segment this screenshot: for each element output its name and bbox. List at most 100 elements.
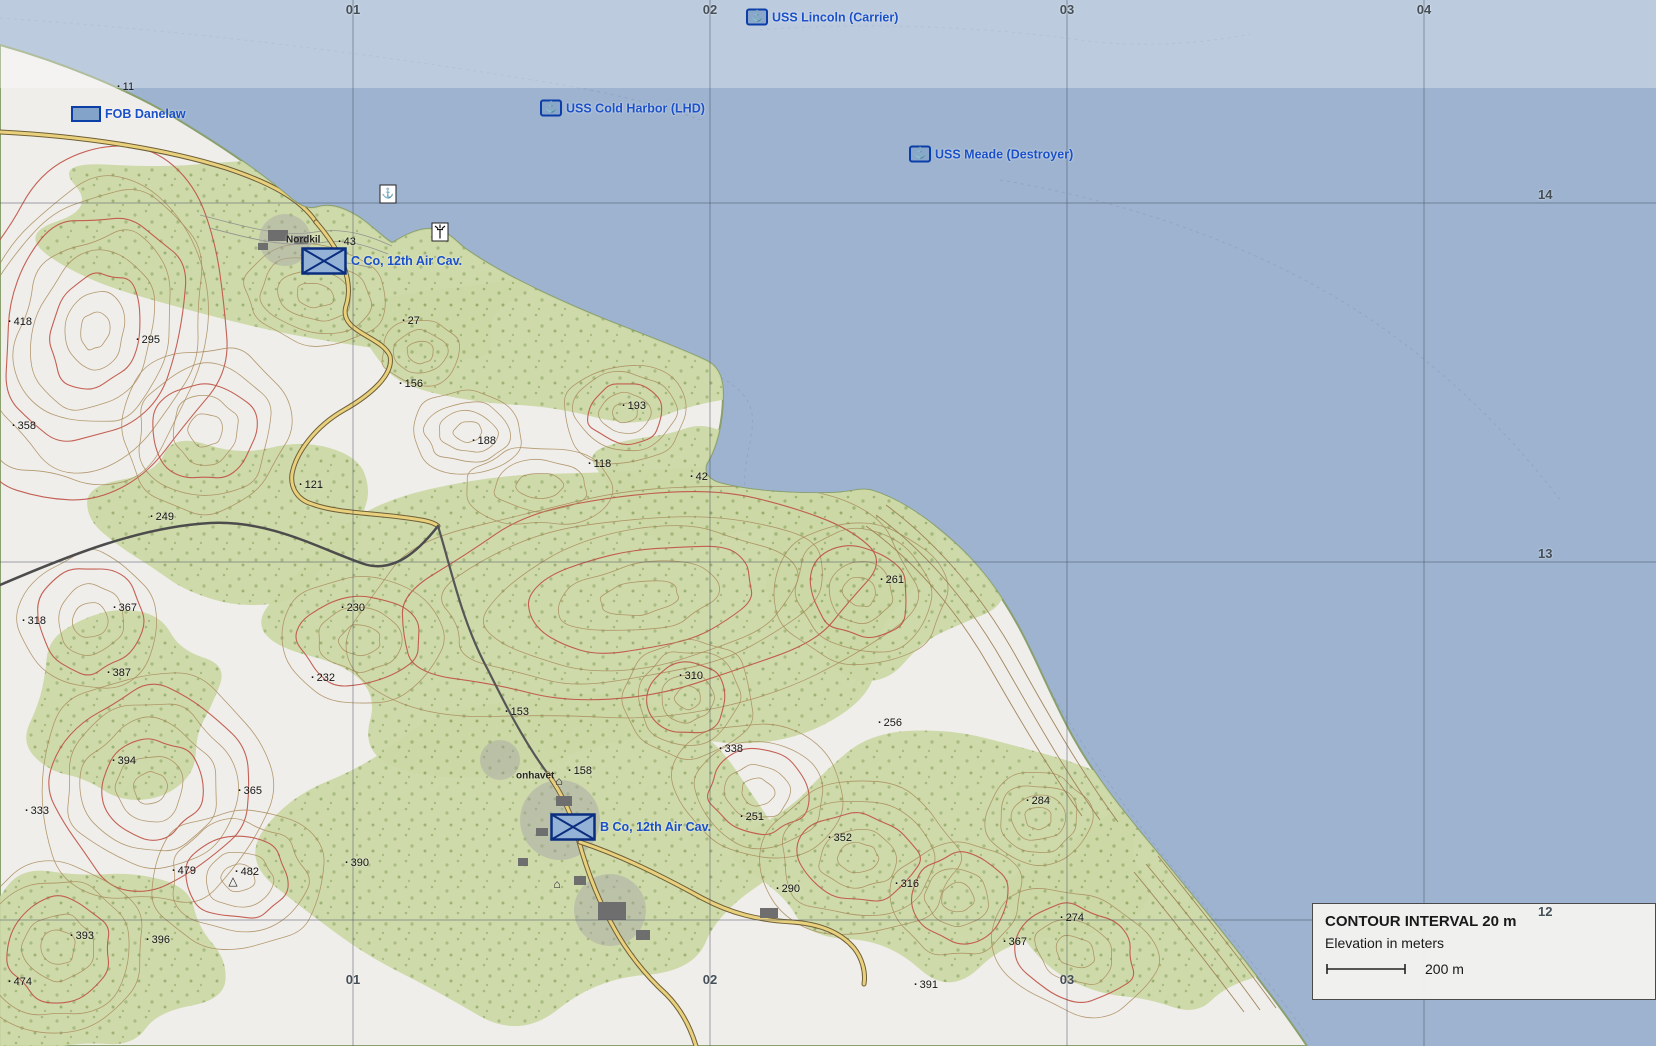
spot-dot: · [1060, 912, 1064, 924]
spot-value: 358 [18, 420, 36, 432]
spot-dot: · [345, 857, 349, 869]
spot-elevation: ·316 [895, 878, 919, 890]
spot-value: 394 [118, 755, 136, 767]
infantry-unit-marker[interactable]: C Co, 12th Air Cav. [301, 247, 462, 275]
spot-dot: · [402, 315, 406, 327]
spot-dot: · [117, 81, 121, 93]
spot-dot: · [136, 334, 140, 346]
naval-marker[interactable]: ⚓USS Lincoln (Carrier) [746, 9, 898, 26]
spot-value: 284 [1032, 795, 1050, 807]
anchor-icon: ⚓ [540, 100, 562, 117]
spot-dot: · [311, 672, 315, 684]
spot-elevation: ·251 [740, 811, 764, 823]
town-label: Nordkil [286, 235, 320, 246]
spot-elevation: ·474 [8, 976, 32, 988]
spot-value: 188 [478, 435, 496, 447]
spot-elevation: ·367 [113, 602, 137, 614]
spot-value: 274 [1066, 912, 1084, 924]
spot-value: 310 [685, 670, 703, 682]
spot-dot: · [505, 706, 509, 718]
spot-value: 121 [305, 479, 323, 491]
spot-dot: · [235, 866, 239, 878]
spot-value: 318 [28, 615, 46, 627]
spot-elevation: ·418 [8, 316, 32, 328]
spot-dot: · [880, 574, 884, 586]
legend-contour-interval: CONTOUR INTERVAL 20 m [1325, 913, 1643, 930]
spot-value: 393 [76, 930, 94, 942]
spot-dot: · [740, 811, 744, 823]
spot-dot: · [690, 471, 694, 483]
spot-dot: · [22, 615, 26, 627]
base-marker[interactable]: FOB Danelaw [71, 106, 186, 122]
spot-elevation: ·365 [238, 785, 262, 797]
spot-elevation: ·232 [311, 672, 335, 684]
infantry-symbol-icon [301, 247, 347, 275]
spot-value: 118 [594, 458, 612, 470]
spot-value: 367 [119, 602, 137, 614]
spot-value: 290 [782, 883, 800, 895]
spot-elevation: ·391 [914, 979, 938, 991]
spot-dot: · [776, 883, 780, 895]
grid-label-top: 02 [703, 2, 717, 17]
spot-elevation: ·249 [150, 511, 174, 523]
spot-value: 27 [408, 315, 420, 327]
grid-label-right: 14 [1538, 187, 1552, 202]
spot-elevation: ·121 [299, 479, 323, 491]
harbor-symbol: ⚓ [380, 185, 397, 204]
spot-value: 390 [351, 857, 369, 869]
spot-dot: · [112, 755, 116, 767]
spot-dot: · [146, 934, 150, 946]
grid-label-top: 03 [1060, 2, 1074, 17]
spot-elevation: ·274 [1060, 912, 1084, 924]
spot-dot: · [1026, 795, 1030, 807]
spot-value: 333 [31, 805, 49, 817]
spot-dot: · [113, 602, 117, 614]
tactical-map[interactable]: ·11·43·27·418·295·358·156·193·188·118·42… [0, 0, 1656, 1046]
spot-elevation: ·295 [136, 334, 160, 346]
spot-elevation: ·193 [622, 400, 646, 412]
spot-elevation: ·387 [107, 667, 131, 679]
spot-dot: · [25, 805, 29, 817]
spot-elevation: ·118 [588, 458, 611, 470]
spot-elevation: ·338 [719, 743, 743, 755]
spot-elevation: ·27 [402, 315, 420, 327]
spot-elevation: ·11 [117, 81, 134, 93]
grid-label-bottom: 03 [1060, 972, 1074, 987]
grid-label-bottom: 01 [346, 972, 360, 987]
spot-elevation: ·318 [22, 615, 46, 627]
scale-bar [1325, 962, 1415, 976]
base-rectangle-icon [71, 106, 101, 122]
house-symbol: ⌂ [553, 877, 560, 891]
naval-marker[interactable]: ⚓USS Meade (Destroyer) [909, 146, 1073, 163]
spot-value: 338 [725, 743, 743, 755]
spot-value: 391 [920, 979, 938, 991]
spot-elevation: ·230 [341, 602, 365, 614]
scale-label: 200 m [1425, 961, 1464, 977]
naval-marker[interactable]: ⚓ USS Cold Harbor (LHD) [540, 100, 705, 117]
legend: CONTOUR INTERVAL 20 m Elevation in meter… [1312, 903, 1656, 1000]
spot-value: 156 [405, 378, 423, 390]
infantry-unit-marker[interactable]: B Co, 12th Air Cav. [550, 813, 711, 841]
spot-dot: · [1003, 936, 1007, 948]
spot-elevation: ·333 [25, 805, 49, 817]
spot-value: 230 [347, 602, 365, 614]
spot-value: 396 [152, 934, 170, 946]
spot-value: 474 [14, 976, 32, 988]
spot-dot: · [878, 717, 882, 729]
spot-dot: · [8, 976, 12, 988]
spot-elevation: ·479 [172, 865, 196, 877]
spot-value: 158 [574, 765, 592, 777]
spot-value: 387 [113, 667, 131, 679]
spot-value: 316 [901, 878, 919, 890]
spot-elevation: ·390 [345, 857, 369, 869]
spot-dot: · [8, 316, 12, 328]
grid-label-right: 12 [1538, 904, 1552, 919]
spot-dot: · [172, 865, 176, 877]
spot-elevation: ·393 [70, 930, 94, 942]
spot-elevation: ·158 [568, 765, 592, 777]
marker-label: USS Cold Harbor (LHD) [566, 101, 705, 115]
spot-dot: · [70, 930, 74, 942]
spot-value: 249 [156, 511, 174, 523]
legend-elevation-units: Elevation in meters [1325, 935, 1643, 951]
lighthouse-symbol [432, 223, 449, 242]
